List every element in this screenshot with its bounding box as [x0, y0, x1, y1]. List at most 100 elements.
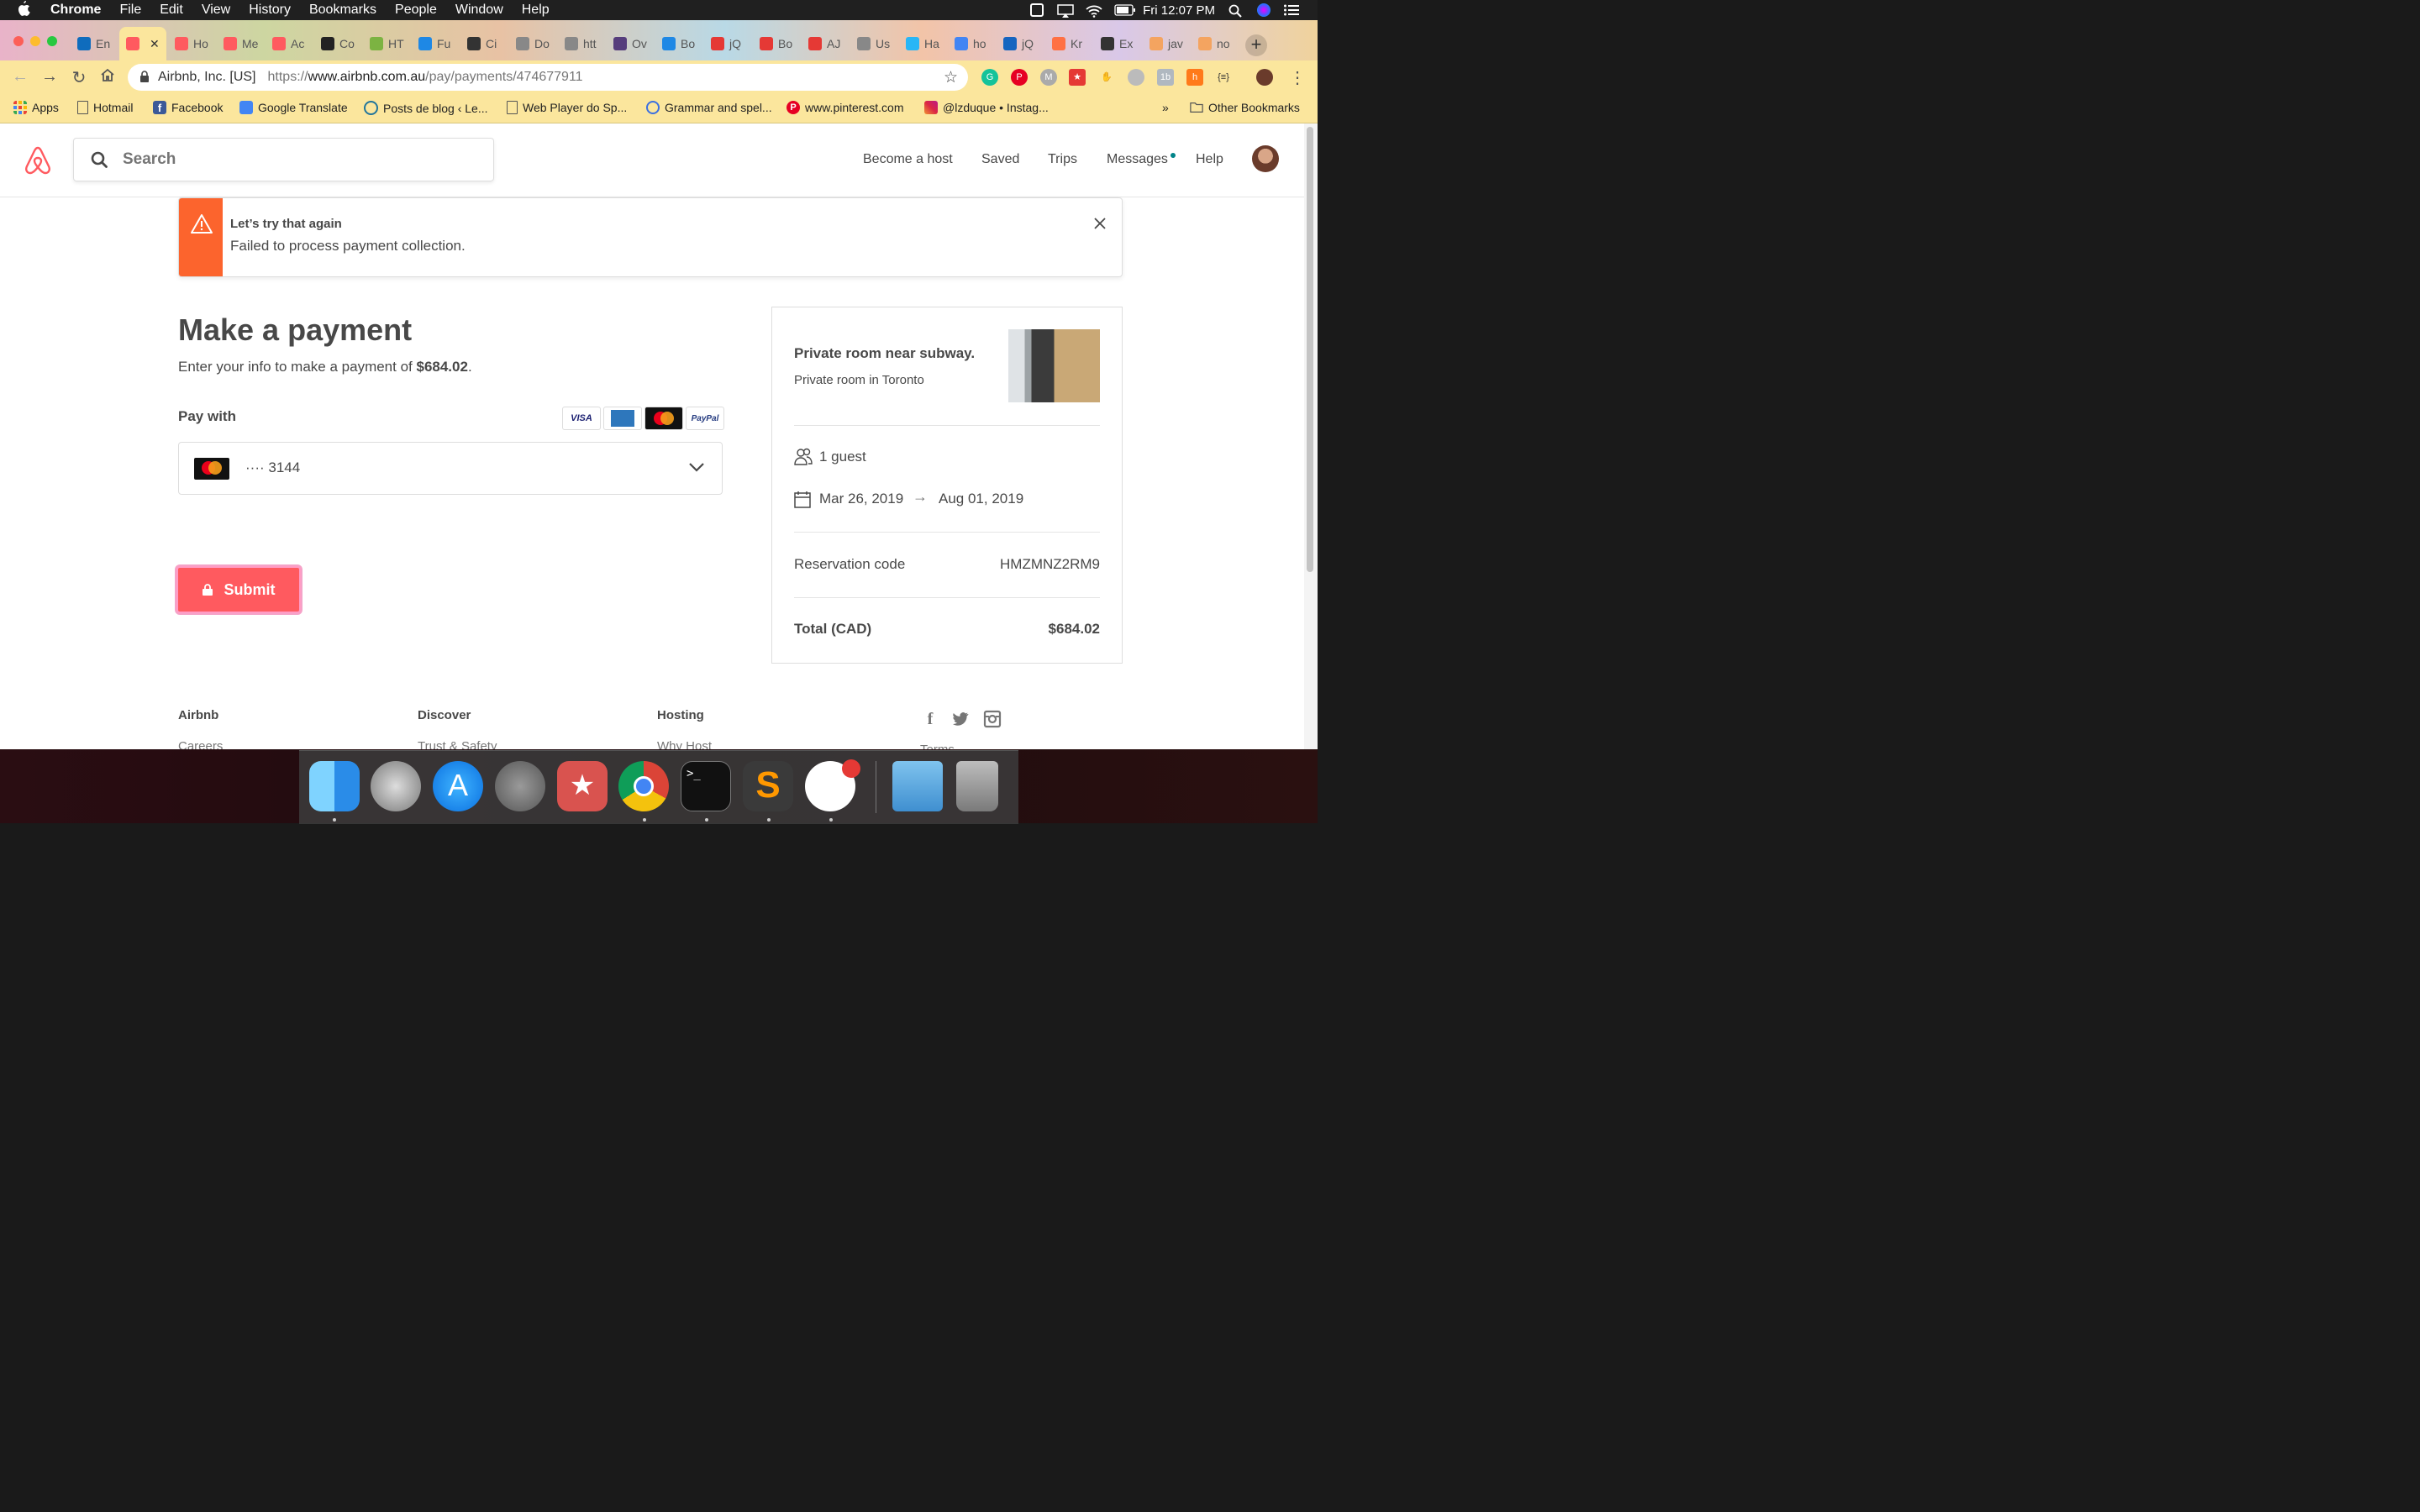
bookmark-web-player[interactable]: Web Player do Sp...	[507, 101, 627, 114]
apple-icon[interactable]	[17, 0, 30, 20]
grammarly-extension-icon[interactable]: G	[981, 69, 998, 86]
menu-file[interactable]: File	[119, 3, 141, 18]
url-text[interactable]: https://www.airbnb.com.au/pay/payments/4…	[268, 70, 583, 85]
launchpad-icon[interactable]	[371, 761, 421, 811]
menu-window[interactable]: Window	[455, 3, 503, 18]
forward-icon[interactable]: →	[39, 67, 60, 87]
trash-icon[interactable]	[956, 761, 998, 811]
bookmark-google-translate[interactable]: Google Translate	[239, 101, 348, 114]
address-bar[interactable]: Airbnb, Inc. [US] https://www.airbnb.com…	[128, 64, 968, 91]
footer-link-why-host[interactable]: Why Host	[657, 739, 712, 749]
notification-center-icon[interactable]	[1284, 4, 1299, 16]
bookmark-hotmail[interactable]: Hotmail	[77, 101, 133, 114]
search-input[interactable]	[121, 150, 460, 170]
bookmark-status-icon[interactable]	[1030, 3, 1044, 17]
json-extension-icon[interactable]: {≡}	[1215, 69, 1232, 86]
bookmark-pinterest[interactable]: P www.pinterest.com	[786, 101, 903, 114]
browser-tab[interactable]: Co	[314, 27, 361, 60]
browser-tab[interactable]: Bo	[753, 27, 800, 60]
h-extension-icon[interactable]: h	[1186, 69, 1203, 86]
mail-extension-icon[interactable]: M	[1040, 69, 1057, 86]
wifi-icon[interactable]	[1086, 4, 1102, 18]
browser-tab[interactable]: jQ	[997, 27, 1044, 60]
browser-tab[interactable]: Ci	[460, 27, 508, 60]
lock-icon[interactable]	[139, 70, 150, 85]
window-minimize-button[interactable]	[30, 36, 40, 46]
menu-history[interactable]: History	[249, 3, 291, 18]
menu-view[interactable]: View	[202, 3, 230, 18]
hand-extension-icon[interactable]: ✋	[1098, 69, 1115, 86]
window-zoom-button[interactable]	[47, 36, 57, 46]
user-avatar[interactable]	[1252, 145, 1279, 172]
bookmark-blog-posts[interactable]: Posts de blog ‹ Le...	[364, 101, 488, 115]
submit-button[interactable]: Submit	[176, 566, 301, 613]
browser-tab[interactable]: Ex	[1094, 27, 1141, 60]
page-scrollbar[interactable]	[1304, 123, 1318, 749]
footer-link-terms[interactable]: Terms	[920, 743, 955, 749]
listing-photo[interactable]	[1008, 329, 1100, 402]
window-close-button[interactable]	[13, 36, 24, 46]
listing-title[interactable]: Private room near subway.	[794, 345, 975, 362]
pinterest-extension-icon[interactable]: P	[1011, 69, 1028, 86]
browser-tab[interactable]: Ha	[899, 27, 946, 60]
airplay-icon[interactable]	[1057, 4, 1074, 18]
browser-tab[interactable]: Ac	[266, 27, 313, 60]
browser-tab[interactable]: jQ	[704, 27, 751, 60]
browser-tab[interactable]: Kr	[1045, 27, 1092, 60]
menu-app-name[interactable]: Chrome	[50, 3, 101, 18]
nav-messages[interactable]: Messages	[1107, 152, 1168, 167]
bookmark-facebook[interactable]: f Facebook	[153, 101, 223, 114]
browser-tab[interactable]: jav	[1143, 27, 1190, 60]
bookmark-extension-icon[interactable]: ★	[1069, 69, 1086, 86]
instagram-icon[interactable]	[983, 710, 1002, 728]
wunderlist-icon[interactable]: ★	[557, 761, 608, 811]
search-box[interactable]	[73, 138, 494, 181]
browser-tab[interactable]: Us	[850, 27, 897, 60]
tab-active[interactable]: ✕	[119, 27, 166, 60]
bookmark-star-icon[interactable]: ☆	[944, 68, 958, 87]
menu-bookmarks[interactable]: Bookmarks	[309, 3, 376, 18]
site-identity[interactable]: Airbnb, Inc. [US]	[158, 70, 256, 85]
browser-tab[interactable]: AJ	[802, 27, 849, 60]
browser-tab[interactable]: Ov	[607, 27, 654, 60]
siri-icon[interactable]	[1257, 3, 1270, 17]
browser-tab[interactable]: Ho	[168, 27, 215, 60]
chrome-icon[interactable]	[618, 761, 669, 811]
bookmark-instagram[interactable]: @lzduque • Instag...	[924, 101, 1049, 114]
app-store-icon[interactable]: A	[433, 761, 483, 811]
nav-saved[interactable]: Saved	[981, 152, 1019, 167]
spotlight-search-icon[interactable]	[1228, 4, 1244, 18]
airbnb-logo-icon[interactable]	[24, 145, 52, 176]
bookmark-grammar[interactable]: Grammar and spel...	[646, 101, 772, 114]
browser-tab[interactable]: Bo	[655, 27, 702, 60]
menubar-clock[interactable]: Fri 12:07 PM	[1143, 3, 1215, 18]
browser-tab[interactable]: En	[71, 27, 118, 60]
nav-become-host[interactable]: Become a host	[863, 152, 953, 167]
tab-close-icon[interactable]: ✕	[150, 37, 160, 51]
facebook-icon[interactable]: f	[921, 710, 939, 728]
browser-tab[interactable]: Me	[217, 27, 264, 60]
bookmark-other[interactable]: Other Bookmarks	[1190, 101, 1300, 114]
finder-icon[interactable]	[309, 761, 360, 811]
back-icon[interactable]: ←	[10, 67, 30, 87]
menu-help[interactable]: Help	[522, 3, 550, 18]
footer-link-careers[interactable]: Careers	[178, 739, 223, 749]
chrome-menu-icon[interactable]: ⋮	[1287, 67, 1307, 88]
system-preferences-icon[interactable]	[495, 761, 545, 811]
browser-tab[interactable]: htt	[558, 27, 605, 60]
terminal-icon[interactable]: >_	[681, 761, 731, 811]
nav-help[interactable]: Help	[1196, 152, 1223, 167]
menu-people[interactable]: People	[395, 3, 437, 18]
twitter-icon[interactable]	[951, 710, 970, 728]
profile-avatar-icon[interactable]	[1256, 69, 1273, 86]
battery-icon[interactable]	[1114, 4, 1136, 16]
payment-method-select[interactable]: ···· 3144	[178, 442, 723, 495]
browser-tab[interactable]: HT	[363, 27, 410, 60]
menu-edit[interactable]: Edit	[160, 3, 183, 18]
home-icon[interactable]	[97, 67, 118, 87]
nav-trips[interactable]: Trips	[1048, 152, 1077, 167]
reload-icon[interactable]: ↻	[69, 67, 89, 88]
close-icon[interactable]	[1093, 217, 1107, 230]
footer-link-trust-safety[interactable]: Trust & Safety	[418, 739, 497, 749]
scrollbar-thumb[interactable]	[1307, 127, 1313, 572]
